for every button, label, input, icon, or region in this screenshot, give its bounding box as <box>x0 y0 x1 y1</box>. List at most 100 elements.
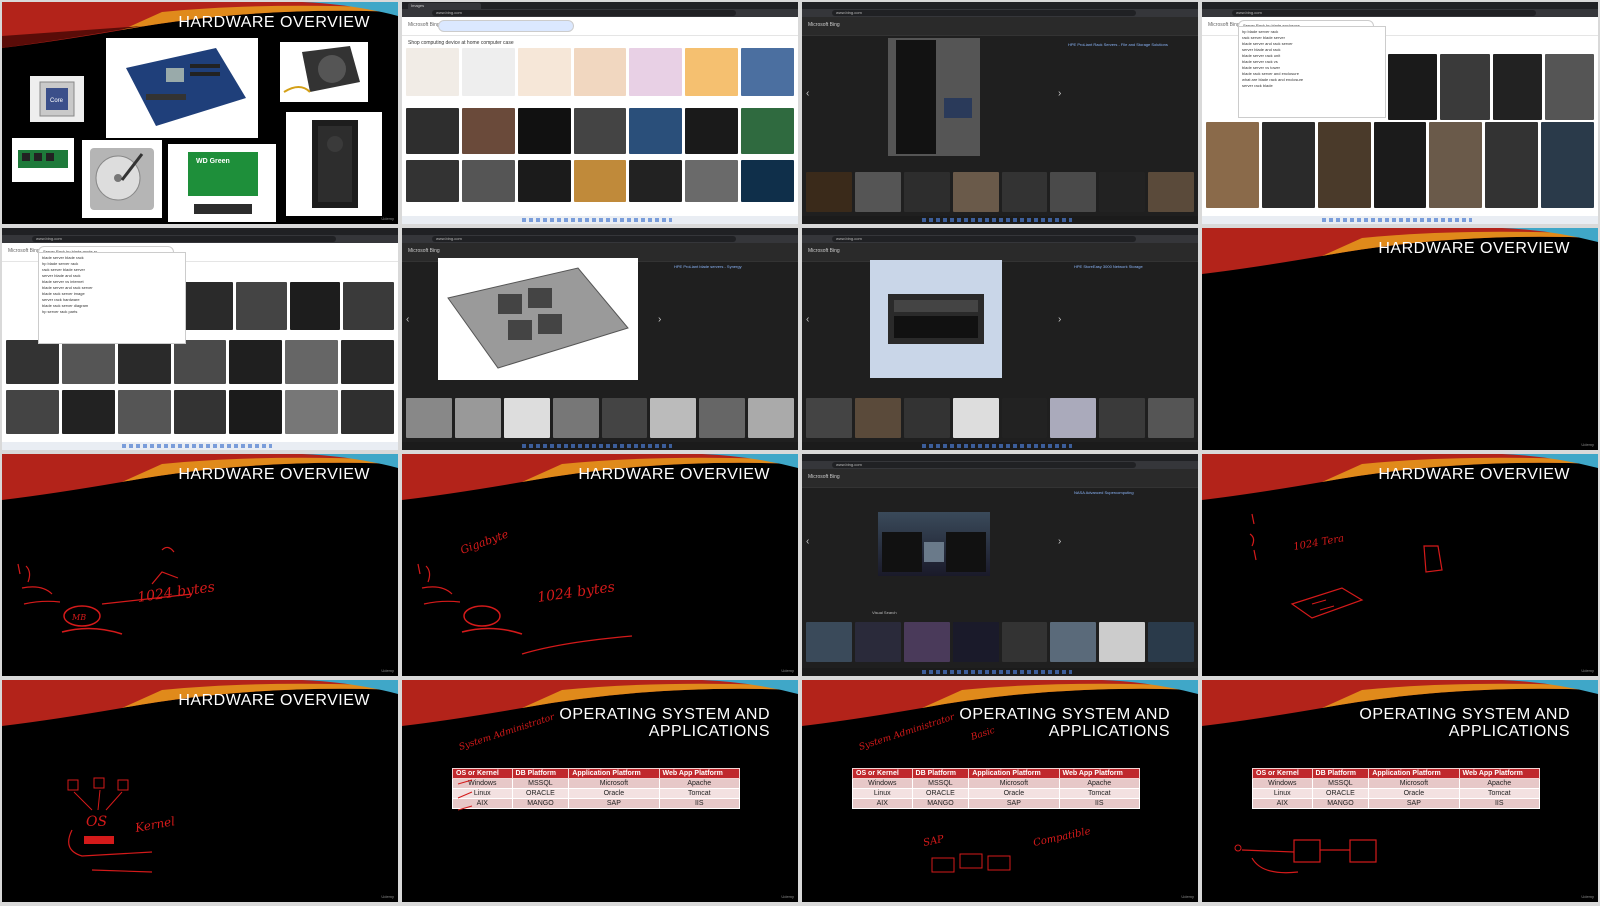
viewer-caption[interactable]: HPE StoreEasy 3000 Network Storage <box>1074 264 1174 270</box>
bing-logo[interactable]: Microsoft Bing <box>8 248 40 254</box>
browser-tabbar[interactable] <box>1202 2 1598 9</box>
tile-bing-blade-search[interactable]: www.bing.com Microsoft Bing Server Rack … <box>2 228 398 450</box>
image-result[interactable] <box>517 108 571 154</box>
watermark: Udemy <box>1581 894 1594 899</box>
tile-os-apps-1[interactable]: OPERATING SYSTEM AND APPLICATIONS OS or … <box>402 680 798 902</box>
address-bar[interactable]: www.bing.com <box>802 9 1198 17</box>
bing-logo[interactable]: Microsoft Bing <box>408 248 440 254</box>
prev-arrow-icon[interactable]: ‹ <box>806 314 809 325</box>
viewer-caption[interactable]: NASA Advanced Supercomputing <box>1074 490 1174 496</box>
address-bar[interactable]: www.bing.com <box>2 235 398 243</box>
image-result[interactable] <box>406 108 459 154</box>
browser-tabbar[interactable] <box>802 2 1198 9</box>
address-bar[interactable]: www.bing.com <box>802 235 1198 243</box>
power-supply-icon <box>280 42 368 102</box>
address-bar[interactable]: www.bing.com <box>1202 9 1598 17</box>
tile-hardware-photos[interactable]: HARDWARE OVERVIEW Core WD Green Udemy <box>2 2 398 224</box>
viewer-image[interactable] <box>878 512 990 576</box>
bing-logo[interactable]: Microsoft Bing <box>1208 22 1240 28</box>
image-result[interactable] <box>685 160 739 202</box>
browser-tabbar[interactable] <box>802 454 1198 461</box>
next-arrow-icon[interactable]: › <box>1058 88 1061 99</box>
cpu-icon: Core <box>30 76 84 122</box>
url-field[interactable]: www.bing.com <box>832 236 1136 242</box>
suggestion[interactable]: server rack blade <box>1242 83 1382 89</box>
address-bar[interactable]: www.bing.com <box>802 461 1198 469</box>
prev-arrow-icon[interactable]: ‹ <box>406 314 409 325</box>
product-card[interactable] <box>741 48 795 96</box>
product-card[interactable] <box>461 48 515 96</box>
watermark: Udemy <box>781 894 794 899</box>
tile-bing-rack-search[interactable]: www.bing.com Microsoft Bing Server Rack … <box>1202 2 1598 224</box>
url-field[interactable]: www.bing.com <box>832 462 1136 468</box>
taskbar <box>802 216 1198 224</box>
product-card[interactable] <box>629 48 683 96</box>
image-result[interactable] <box>461 160 515 202</box>
address-bar[interactable]: www.bing.com <box>402 235 798 243</box>
tile-hardware-ink-gb[interactable]: HARDWARE OVERVIEW Gigabyte 1024 bytes Ud… <box>402 454 798 676</box>
viewer-caption[interactable]: HPE ProLiant blade servers - Synergy <box>674 264 774 270</box>
frame-grid: HARDWARE OVERVIEW Core WD Green Udemy Im… <box>0 0 1600 906</box>
image-result[interactable] <box>629 160 683 202</box>
url-field[interactable]: www.bing.com <box>832 10 1136 16</box>
image-result[interactable] <box>741 160 795 202</box>
tile-hardware-ink-kb[interactable]: HARDWARE OVERVIEW 1024 bytes MB Udemy <box>2 454 398 676</box>
autocomplete-list[interactable]: hp blade server rack rack server blade s… <box>1238 26 1386 118</box>
visual-search-button[interactable]: Visual Search <box>872 610 897 615</box>
prev-arrow-icon[interactable]: ‹ <box>806 88 809 99</box>
product-card[interactable] <box>573 48 627 96</box>
autocomplete-list[interactable]: blade server blade rack hp blade server … <box>38 252 186 344</box>
browser-tabbar[interactable] <box>2 228 398 235</box>
bing-logo[interactable]: Microsoft Bing <box>808 248 840 254</box>
image-result[interactable] <box>461 108 515 154</box>
tile-hardware-ink-tera[interactable]: HARDWARE OVERVIEW 1024 Tera Udemy <box>1202 454 1598 676</box>
viewer-image[interactable] <box>438 258 638 380</box>
tile-os-apps-3[interactable]: OPERATING SYSTEM AND APPLICATIONS OS or … <box>1202 680 1598 902</box>
shopping-row <box>406 48 795 96</box>
image-result[interactable] <box>685 108 739 154</box>
image-result[interactable] <box>629 108 683 154</box>
product-card[interactable] <box>517 48 571 96</box>
image-result[interactable] <box>406 160 459 202</box>
ink-drawing: OS Kernel <box>67 777 176 873</box>
image-result[interactable] <box>573 160 627 202</box>
tile-viewer-storage[interactable]: www.bing.com Microsoft Bing ‹ › HPE Stor… <box>802 228 1198 450</box>
tile-viewer-datacenter[interactable]: www.bing.com Microsoft Bing ‹ › NASA Adv… <box>802 454 1198 676</box>
tile-hardware-ink-os[interactable]: HARDWARE OVERVIEW OS Kernel Udemy <box>2 680 398 902</box>
viewer-image[interactable] <box>870 260 1002 378</box>
next-arrow-icon[interactable]: › <box>1058 536 1061 547</box>
ink-drawing: 1024 bytes MB <box>17 546 216 635</box>
next-arrow-icon[interactable]: › <box>1058 314 1061 325</box>
search-input[interactable] <box>438 20 574 32</box>
url-field[interactable]: www.bing.com <box>432 10 736 16</box>
related-thumbs <box>406 398 794 438</box>
url-field[interactable]: www.bing.com <box>432 236 736 242</box>
browser-tabbar[interactable]: Images <box>402 2 798 9</box>
viewer-image[interactable] <box>888 38 980 156</box>
bing-logo[interactable]: Microsoft Bing <box>808 22 840 28</box>
tile-bing-shopping[interactable]: Images www.bing.com Microsoft Bing Shop … <box>402 2 798 224</box>
tile-viewer-rack[interactable]: www.bing.com Microsoft Bing ‹ › HPE ProL… <box>802 2 1198 224</box>
viewer-caption[interactable]: HPE ProLiant Rack Servers - File and Sto… <box>1068 42 1168 48</box>
product-card[interactable] <box>685 48 739 96</box>
image-result[interactable] <box>517 160 571 202</box>
taskbar <box>1202 216 1598 224</box>
tile-viewer-blade[interactable]: www.bing.com Microsoft Bing ‹ › HPE ProL… <box>402 228 798 450</box>
next-arrow-icon[interactable]: › <box>658 314 661 325</box>
prev-arrow-icon[interactable]: ‹ <box>806 536 809 547</box>
product-card[interactable] <box>406 48 459 96</box>
image-result[interactable] <box>573 108 627 154</box>
tile-hardware-blank[interactable]: HARDWARE OVERVIEW Udemy <box>1202 228 1598 450</box>
svg-text:Core: Core <box>50 98 64 104</box>
bing-header: Microsoft Bing <box>402 17 798 36</box>
image-result[interactable] <box>741 108 795 154</box>
bing-logo[interactable]: Microsoft Bing <box>808 474 840 480</box>
bing-logo[interactable]: Microsoft Bing <box>408 22 440 28</box>
tile-os-apps-2[interactable]: OPERATING SYSTEM AND APPLICATIONS OS or … <box>802 680 1198 902</box>
url-field[interactable]: www.bing.com <box>32 236 336 242</box>
browser-tabbar[interactable] <box>402 228 798 235</box>
address-bar[interactable]: www.bing.com <box>402 9 798 17</box>
url-field[interactable]: www.bing.com <box>1232 10 1536 16</box>
browser-tabbar[interactable] <box>802 228 1198 235</box>
suggestion[interactable]: hp server rack parts <box>42 309 182 315</box>
